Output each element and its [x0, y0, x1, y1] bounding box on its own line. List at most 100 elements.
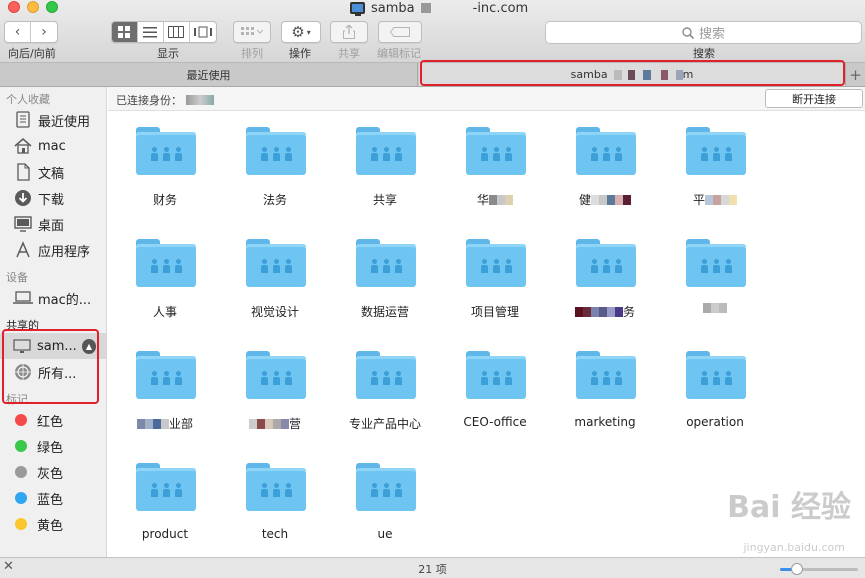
gray-dot-icon [15, 466, 27, 478]
arrange-button[interactable] [234, 22, 270, 42]
nav-label: 向后/向前 [8, 47, 56, 60]
shared-folder[interactable]: 人事 [110, 223, 220, 323]
window-title-left: samba [371, 0, 415, 16]
shared-folder[interactable]: 共享 [330, 111, 440, 211]
sidebar-tag-green[interactable]: 绿色 [0, 433, 106, 459]
sidebar-item-all-network[interactable]: 所有... [0, 359, 106, 385]
shared-folder-icon [246, 127, 306, 175]
folder-label: ue [377, 527, 393, 541]
eject-icon[interactable]: ▲ [81, 338, 96, 354]
search-input[interactable]: 搜索 [545, 21, 862, 44]
shared-folder[interactable]: ue [330, 447, 440, 547]
sidebar-item-samba-server[interactable]: sam... ▲ [0, 333, 106, 359]
folder-label: 平 [692, 193, 705, 207]
folder-label: 共享 [372, 193, 397, 207]
shared-folder-icon [356, 127, 416, 175]
shared-folder-icon [356, 463, 416, 511]
share-label: 共享 [338, 47, 360, 60]
redacted-block [591, 194, 631, 205]
gallery-icon [193, 26, 212, 38]
sidebar-item-label: 蓝色 [37, 492, 64, 508]
icon-size-slider[interactable] [780, 563, 858, 575]
back-button[interactable]: ‹ [5, 22, 32, 42]
chevron-right-icon: › [41, 24, 47, 40]
shared-folder[interactable]: operation [660, 335, 770, 435]
shared-folder[interactable]: marketing [550, 335, 660, 435]
sidebar-item-label: 黄色 [37, 518, 64, 534]
folder-label: 健 [578, 193, 591, 207]
share-icon [343, 25, 355, 39]
disconnect-button[interactable]: 断开连接 [765, 89, 863, 108]
shared-folder-icon [356, 351, 416, 399]
applications-icon [13, 241, 33, 259]
nav-segment: ‹ › [4, 21, 58, 43]
gallery-view-button[interactable] [190, 22, 216, 42]
tab-recents[interactable]: 最近使用 [0, 63, 418, 86]
sidebar-item-label: 桌面 [38, 218, 65, 234]
tab-recents-label: 最近使用 [186, 68, 231, 82]
shared-folder[interactable]: 业部 [110, 335, 220, 435]
tab-samba-suffix: m [682, 68, 694, 81]
arrange-label: 排列 [241, 47, 263, 60]
sidebar-item-home[interactable]: mac [0, 133, 106, 159]
chevron-down-icon: ▾ [306, 27, 311, 37]
zoom-window-button[interactable] [46, 1, 58, 13]
sidebar-tag-gray[interactable]: 灰色 [0, 459, 106, 485]
minimize-window-button[interactable] [27, 1, 39, 13]
shared-folder[interactable]: 项目管理 [440, 223, 550, 323]
shared-folder-icon [246, 463, 306, 511]
sidebar-item-label: 绿色 [37, 440, 64, 456]
tab-samba-prefix: samba [570, 68, 608, 81]
shared-folder[interactable]: 数据运营 [330, 223, 440, 323]
folder-label: 财务 [152, 193, 177, 207]
edit-tags-button[interactable] [379, 22, 421, 42]
sidebar-item-label: sam... [36, 338, 77, 354]
sidebar-item-documents[interactable]: 文稿 [0, 159, 106, 185]
chevron-left-icon: ‹ [14, 24, 21, 40]
folder-label: 数据运营 [360, 305, 409, 319]
sidebar-tag-red[interactable]: 红色 [0, 407, 106, 433]
sidebar-item-label: 最近使用 [38, 114, 91, 130]
shared-folder-icon [246, 239, 306, 287]
shared-folder[interactable] [660, 223, 770, 323]
folder-label-wrap: 健 [544, 191, 666, 208]
arrange-icon [241, 27, 263, 35]
tab-samba[interactable]: samba m [419, 63, 845, 86]
shared-folder-icon [576, 239, 636, 287]
sidebar-item-mac-device[interactable]: mac的... [0, 285, 106, 311]
shared-folder[interactable]: 营 [220, 335, 330, 435]
shared-folder[interactable]: CEO-office [440, 335, 550, 435]
shared-folder[interactable]: 专业产品中心 [330, 335, 440, 435]
sidebar-item-label: 灰色 [37, 466, 64, 482]
redacted-block [248, 418, 289, 429]
forward-button[interactable]: › [31, 22, 57, 42]
shared-folder[interactable]: 财务 [110, 111, 220, 211]
shared-folder[interactable]: 平 [660, 111, 770, 211]
shared-folder[interactable]: tech [220, 447, 330, 547]
sidebar-tag-yellow[interactable]: 黄色 [0, 511, 106, 537]
action-segment: ⚙ ▾ [281, 21, 321, 43]
close-window-button[interactable] [8, 1, 20, 13]
icon-view-button[interactable] [112, 22, 138, 42]
sidebar-item-recents[interactable]: 最近使用 [0, 107, 106, 133]
folder-label: 人事 [152, 305, 177, 319]
share-button[interactable] [331, 22, 367, 42]
shared-folder[interactable]: 健 [550, 111, 660, 211]
redacted-block [574, 306, 623, 317]
shared-folder[interactable]: 华 [440, 111, 550, 211]
list-view-button[interactable] [138, 22, 165, 42]
action-button[interactable]: ⚙ ▾ [282, 22, 320, 42]
new-tab-button[interactable]: + [845, 63, 865, 86]
sidebar-item-applications[interactable]: 应用程序 [0, 237, 106, 263]
shared-folder[interactable]: 务 [550, 223, 660, 323]
shared-folder[interactable]: 视觉设计 [220, 223, 330, 323]
shared-folder[interactable]: 法务 [220, 111, 330, 211]
sidebar-item-desktop[interactable]: 桌面 [0, 211, 106, 237]
sidebar-item-downloads[interactable]: 下载 [0, 185, 106, 211]
tag-icon [390, 27, 410, 37]
shared-folder[interactable]: product [110, 447, 220, 547]
sidebar-tag-blue[interactable]: 蓝色 [0, 485, 106, 511]
shared-folder-icon [136, 127, 196, 175]
column-view-button[interactable] [164, 22, 190, 42]
connected-as-label: 已连接身份： [116, 94, 182, 107]
